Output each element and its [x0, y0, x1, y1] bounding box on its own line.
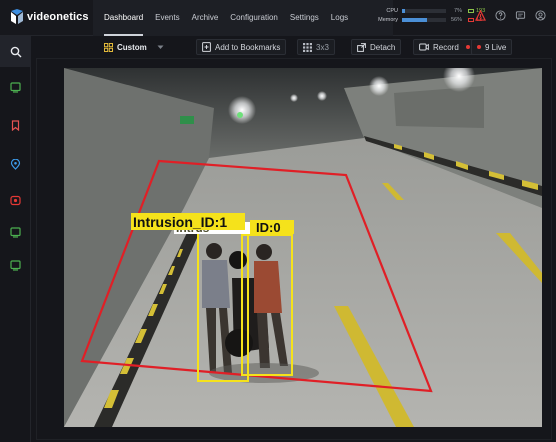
sidebar-recordings[interactable]	[0, 185, 31, 216]
nav-logs[interactable]: Logs	[331, 0, 348, 36]
cpu-value: 7%	[454, 7, 462, 14]
left-sidebar	[0, 36, 31, 442]
camera-record-icon	[419, 43, 429, 51]
view-toolbar: Custom Add to Bookmarks 3x3 Detach Recor…	[31, 36, 556, 58]
chevron-down-icon	[157, 45, 164, 49]
cpu-label: CPU	[386, 7, 398, 14]
layout-dropdown[interactable]: Custom	[104, 39, 164, 55]
search-icon	[10, 46, 21, 57]
ceiling-light-5	[290, 94, 298, 102]
signal-light	[237, 112, 243, 118]
record-icon	[10, 195, 21, 206]
ceiling-light-3	[228, 96, 256, 124]
memory-bar	[402, 17, 446, 22]
memory-label: Memory	[378, 16, 398, 23]
messages-icon[interactable]	[515, 10, 526, 21]
help-icon[interactable]	[495, 10, 506, 21]
grid-icon	[303, 42, 312, 52]
logo-icon	[11, 9, 23, 24]
add-to-bookmarks-label: Add to Bookmarks	[215, 42, 281, 52]
alert-icon[interactable]	[475, 10, 486, 21]
layout-icon	[104, 42, 113, 52]
ceiling-light-4	[317, 91, 327, 101]
map-pin-icon	[10, 159, 21, 170]
record-label: Record	[433, 42, 459, 52]
nav-settings[interactable]: Settings	[290, 0, 319, 36]
sidebar-live-view[interactable]	[0, 72, 31, 103]
live-dot	[477, 45, 481, 49]
record-button[interactable]: Record	[413, 39, 476, 55]
live-count-button[interactable]: 9 Live	[471, 39, 513, 55]
user-icon[interactable]	[535, 10, 546, 21]
detection-label-2: ID:0	[256, 220, 281, 235]
top-icons	[475, 10, 546, 21]
monitor-icon	[10, 260, 21, 271]
sidebar-search[interactable]	[0, 36, 31, 67]
monitor-icon	[10, 227, 21, 238]
ceiling-light-2	[369, 76, 389, 96]
sidebar-bookmarks[interactable]	[0, 110, 31, 141]
cpu-bar-fill	[402, 8, 406, 13]
grid-layout-label: 3x3	[316, 42, 329, 52]
brand-name: videonetics	[27, 11, 89, 23]
detach-icon	[357, 42, 366, 52]
memory-value: 56%	[450, 16, 462, 23]
sidebar-monitor-3[interactable]	[0, 250, 31, 281]
monitor-icon	[10, 82, 21, 93]
sidebar-map[interactable]	[0, 149, 31, 180]
detach-label: Detach	[370, 42, 396, 52]
grid-layout-button[interactable]: 3x3	[297, 39, 335, 55]
exit-sign	[180, 116, 194, 124]
nav-configuration[interactable]: Configuration	[230, 0, 278, 36]
brand-logo[interactable]: videonetics	[10, 9, 89, 25]
record-dot	[465, 45, 470, 49]
nav-dashboard[interactable]: Dashboard	[104, 0, 144, 36]
nav-archive[interactable]: Archive	[192, 0, 219, 36]
cpu-meter: CPU 7% 193	[368, 6, 485, 15]
sidebar-monitor-2[interactable]	[0, 217, 31, 248]
add-to-bookmarks-button[interactable]: Add to Bookmarks	[196, 39, 287, 55]
detach-button[interactable]: Detach	[351, 39, 402, 55]
memory-meter: Memory 56% 12	[368, 15, 485, 24]
layout-label: Custom	[117, 42, 147, 52]
stat-red-icon	[468, 17, 474, 22]
right-wall-panel	[394, 86, 484, 128]
top-bar: videonetics Dashboard Events Archive Con…	[0, 0, 556, 36]
detection-label-1: Intrusion_ID:1	[133, 214, 227, 230]
bookmark-add-icon	[202, 42, 211, 52]
live-count-label: 9 Live	[485, 42, 507, 52]
stat-green-icon	[468, 8, 474, 13]
tunnel-scene: Intrus Intrusion_ID:1 ID:0	[64, 68, 542, 427]
camera-feed[interactable]: Intrus Intrusion_ID:1 ID:0	[64, 68, 542, 427]
memory-bar-fill	[402, 17, 427, 22]
main-nav: Dashboard Events Archive Configuration S…	[104, 0, 360, 36]
cpu-bar	[402, 8, 446, 13]
nav-events[interactable]: Events	[155, 0, 179, 36]
system-meters: CPU 7% 193 Memory 56% 12	[368, 6, 485, 24]
bookmark-icon	[11, 120, 20, 131]
